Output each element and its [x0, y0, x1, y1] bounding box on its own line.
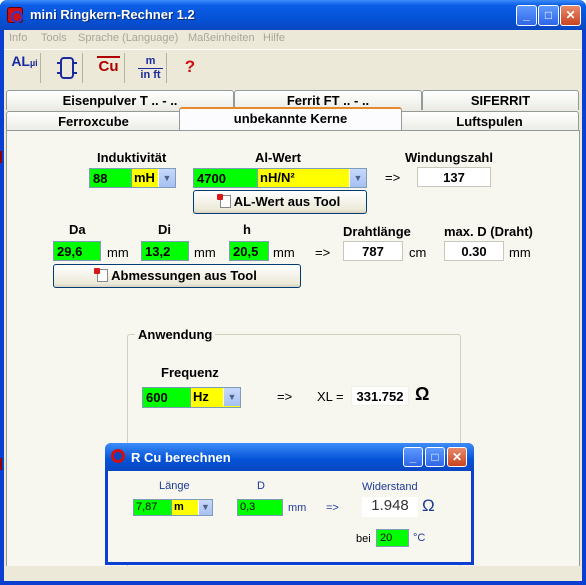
coil-tool-button[interactable] — [51, 53, 83, 83]
xl-unit: Ω — [415, 384, 430, 404]
inductance-unit-select[interactable]: mH ▼ — [131, 168, 176, 188]
al-label: Al-Wert — [255, 150, 301, 165]
chevron-down-icon: ▼ — [223, 388, 240, 406]
tab-luftspulen[interactable]: Luftspulen — [400, 111, 579, 131]
rcu-arrow: => — [326, 502, 339, 514]
al-unit-select[interactable]: nH/N² ▼ — [257, 168, 367, 188]
application-title: Anwendung — [135, 327, 216, 342]
rcu-window: R Cu berechnen _ □ ✕ Länge 7,87 m ▼ D 0,… — [105, 443, 474, 565]
tab-ferroxcube[interactable]: Ferroxcube — [6, 111, 181, 131]
dims-arrow: => — [315, 245, 331, 260]
xl-output: 331.752 — [351, 386, 409, 406]
document-icon — [94, 268, 109, 282]
turns-label: Windungszahl — [405, 150, 493, 165]
close-button[interactable]: ✕ — [560, 5, 581, 26]
rcu-resistance-unit: Ω — [422, 496, 435, 515]
minimize-button[interactable]: _ — [516, 5, 537, 26]
al-from-tool-label: AL-Wert aus Tool — [233, 194, 341, 209]
status-strip — [4, 566, 582, 581]
max-d-output: 0.30 — [444, 241, 504, 261]
xl-label: XL = — [317, 389, 344, 404]
chevron-down-icon: ▼ — [349, 169, 366, 187]
dims-from-tool-button[interactable]: Abmessungen aus Tool — [53, 264, 301, 288]
rcu-d-unit: mm — [288, 502, 307, 514]
turns-output: 137 — [417, 167, 491, 187]
toolbar: ALµi Cu m in ft ? — [4, 49, 582, 85]
rcu-length-unit-value: m — [174, 501, 184, 513]
rcu-temp-prefix: bei — [356, 533, 371, 545]
di-label: Di — [158, 222, 171, 237]
al-label: AL — [11, 53, 30, 69]
title-bar[interactable]: mini Ringkern-Rechner 1.2 _ □ ✕ — [0, 0, 586, 30]
rcu-title-bar[interactable]: R Cu berechnen _ □ ✕ — [105, 443, 474, 471]
rcu-length-input[interactable]: 7,87 — [133, 499, 173, 516]
di-input[interactable]: 13,2 — [141, 241, 189, 261]
rcu-client: Länge 7,87 m ▼ D 0,3 mm => Widerstand 1.… — [108, 471, 471, 562]
unit-tool-button[interactable]: m in ft — [135, 53, 167, 83]
menu-info[interactable]: Info — [9, 32, 27, 44]
rcu-temp-unit: °C — [413, 532, 426, 544]
rcu-temp-input[interactable]: 20 — [376, 529, 409, 547]
menu-help[interactable]: Hilfe — [263, 32, 285, 44]
rcu-minimize-button[interactable]: _ — [403, 447, 423, 467]
inductance-unit-value: mH — [134, 170, 155, 185]
ring-core-icon — [7, 7, 23, 23]
edge-mark — [0, 458, 2, 470]
rcu-close-button[interactable]: ✕ — [447, 447, 467, 467]
frequency-unit-value: Hz — [193, 389, 209, 404]
menu-units[interactable]: Maßeinheiten — [188, 32, 255, 44]
edge-mark — [0, 151, 2, 163]
menu-language[interactable]: Sprache (Language) — [78, 32, 178, 44]
m-label: m — [145, 55, 156, 67]
dims-from-tool-label: Abmessungen aus Tool — [111, 268, 257, 283]
inductance-input[interactable]: 88 — [89, 168, 133, 188]
ring-core-icon — [111, 449, 125, 463]
al-input[interactable]: 4700 — [193, 168, 259, 188]
frequency-input[interactable]: 600 — [142, 387, 192, 408]
rcu-maximize-button[interactable]: □ — [425, 447, 445, 467]
frequency-unit-select[interactable]: Hz ▼ — [190, 387, 241, 408]
rcu-d-label: D — [257, 480, 265, 492]
menu-tools[interactable]: Tools — [41, 32, 67, 44]
xl-arrow: => — [277, 389, 293, 404]
al-tool-button[interactable]: ALµi — [9, 53, 41, 83]
document-icon — [216, 194, 231, 208]
tab-unbekannte-kerne[interactable]: unbekannte Kerne — [179, 107, 402, 130]
chevron-down-icon: ▼ — [198, 500, 212, 515]
help-button[interactable]: ? — [174, 53, 206, 83]
al-unit-value: nH/N² — [260, 170, 295, 185]
rcu-resistance-output: 1.948 — [362, 497, 418, 517]
h-unit: mm — [273, 245, 295, 260]
max-d-label: max. D (Draht) — [444, 224, 533, 239]
frequency-label: Frequenz — [161, 365, 219, 380]
al-from-tool-button[interactable]: AL-Wert aus Tool — [193, 190, 367, 214]
h-input[interactable]: 20,5 — [229, 241, 269, 261]
da-label: Da — [69, 222, 86, 237]
window-title: mini Ringkern-Rechner 1.2 — [30, 7, 195, 22]
tab-siferrit[interactable]: SIFERRIT — [422, 90, 579, 110]
max-d-unit: mm — [509, 245, 531, 260]
wire-length-label: Drahtlänge — [343, 224, 411, 239]
ft-label: in ft — [140, 69, 161, 81]
h-label: h — [243, 222, 251, 237]
da-input[interactable]: 29,6 — [53, 241, 101, 261]
da-unit: mm — [107, 245, 129, 260]
wire-length-output: 787 — [343, 241, 403, 261]
rcu-d-input[interactable]: 0,3 — [237, 499, 283, 516]
coil-icon — [56, 57, 77, 79]
wire-length-unit: cm — [409, 245, 427, 260]
cu-label: Cu — [98, 58, 119, 75]
maximize-button[interactable]: □ — [538, 5, 559, 26]
chevron-down-icon: ▼ — [158, 169, 175, 187]
rcu-length-label: Länge — [159, 480, 190, 492]
rcu-title: R Cu berechnen — [131, 450, 231, 465]
menu-bar: Info Tools Sprache (Language) Maßeinheit… — [4, 30, 582, 49]
di-unit: mm — [194, 245, 216, 260]
rcu-length-unit-select[interactable]: m ▼ — [171, 499, 213, 516]
inductance-label: Induktivität — [97, 150, 167, 165]
rcu-resistance-label: Widerstand — [362, 481, 418, 493]
al-sub-label: µi — [29, 58, 38, 68]
turns-arrow: => — [385, 170, 401, 185]
cu-tool-button[interactable]: Cu — [93, 53, 125, 83]
